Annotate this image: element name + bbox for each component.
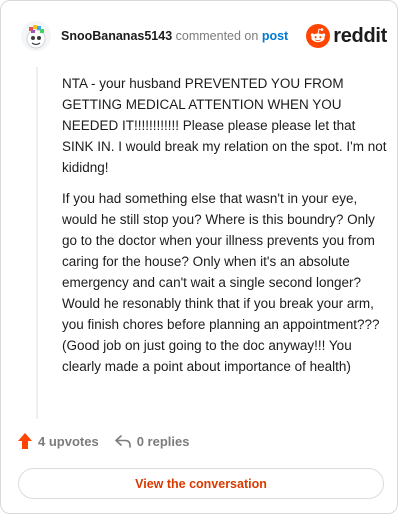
reddit-logo[interactable]: reddit xyxy=(306,24,387,48)
upvote-arrow-icon xyxy=(18,433,32,449)
reddit-wordmark: reddit xyxy=(333,24,387,47)
comment-embed-card: SnooBananas5143 commented on post reddit… xyxy=(0,0,398,514)
reply-arrow-icon xyxy=(114,435,131,448)
reply-count: 0 replies xyxy=(136,433,190,449)
post-link[interactable]: post xyxy=(262,29,288,43)
comment-paragraph: NTA - your husband PREVENTED YOU FROM GE… xyxy=(62,76,387,175)
comment-meta: SnooBananas5143 commented on post xyxy=(61,29,306,43)
comment-body: NTA - your husband PREVENTED YOU FROM GE… xyxy=(62,73,387,387)
view-conversation-button[interactable]: View the conversation xyxy=(18,468,384,499)
upvote-count: 4 upvotes xyxy=(38,433,99,449)
commented-on-text: commented on xyxy=(175,29,259,43)
comment-header: SnooBananas5143 commented on post reddit xyxy=(21,18,387,54)
username-link[interactable]: SnooBananas5143 xyxy=(61,29,172,43)
thread-line xyxy=(36,67,38,419)
comment-paragraph: If you had something else that wasn't in… xyxy=(62,191,380,374)
user-avatar[interactable] xyxy=(21,21,51,51)
upvote-button[interactable]: 4 upvotes xyxy=(18,433,99,449)
reply-button[interactable]: 0 replies xyxy=(114,433,190,449)
comment-actions: 4 upvotes 0 replies xyxy=(18,433,205,449)
reddit-snoo-icon xyxy=(306,24,331,48)
